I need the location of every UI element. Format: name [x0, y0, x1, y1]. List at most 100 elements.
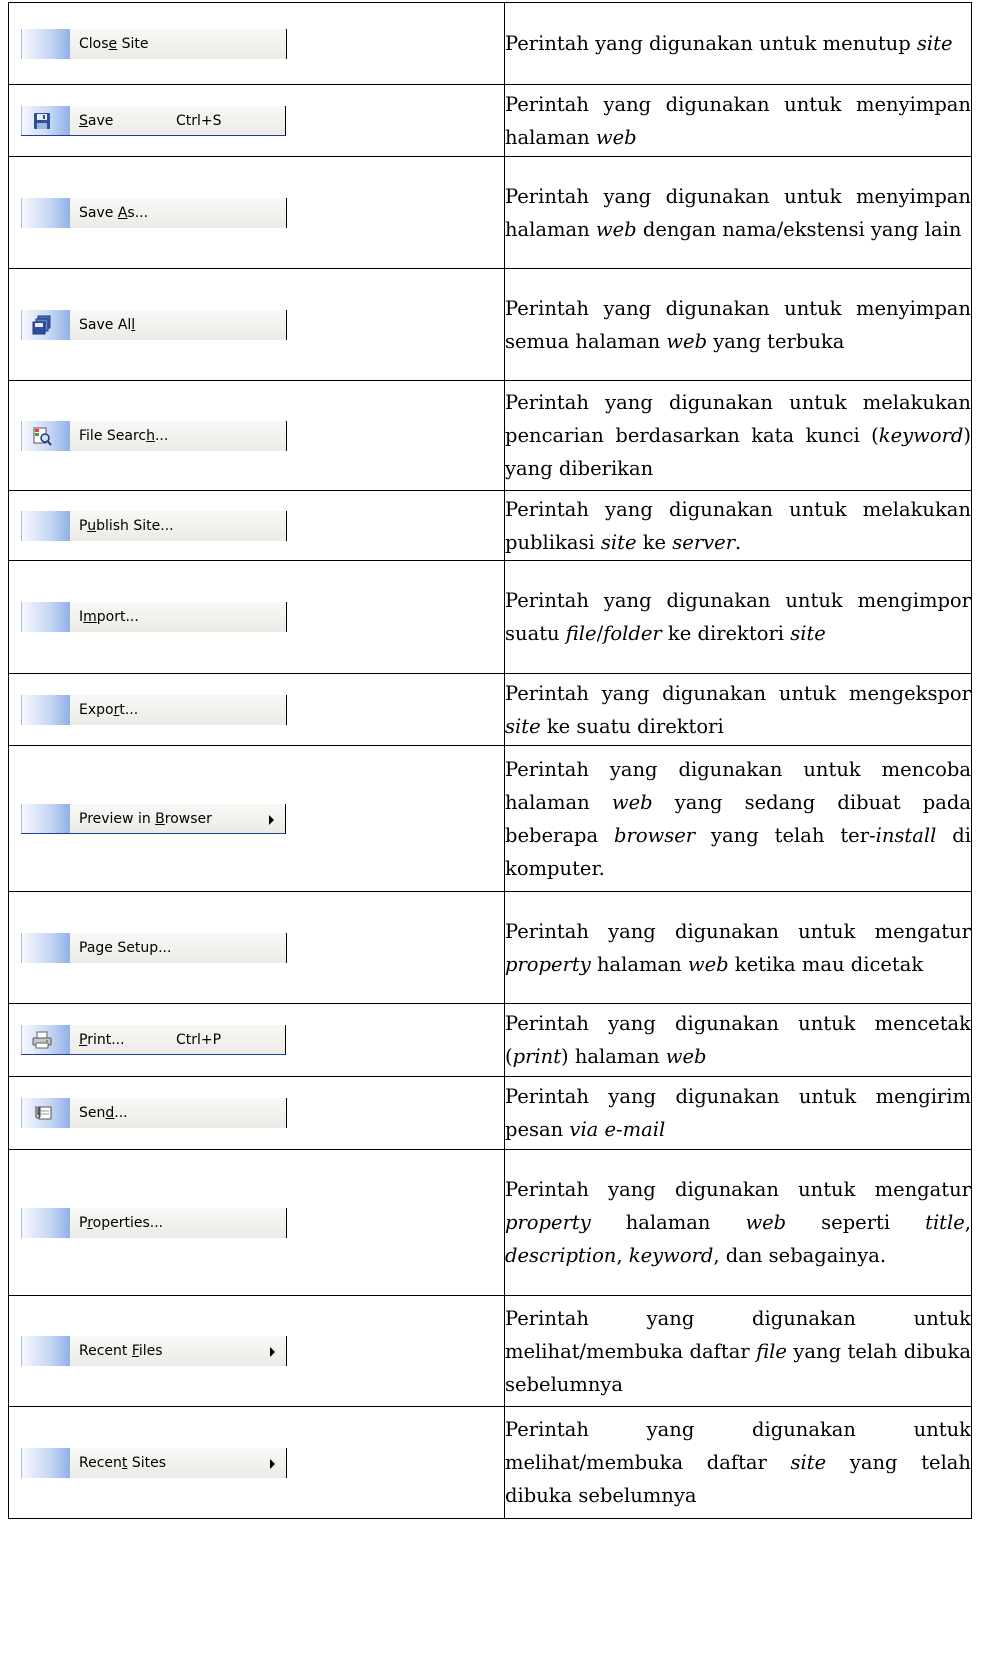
- italic-term: file: [565, 622, 597, 645]
- menu-cell: Save As...: [8, 156, 505, 269]
- italic-term: web: [595, 217, 637, 241]
- italic-term: print: [512, 1045, 562, 1068]
- menu-item-label: Export...: [79, 701, 138, 719]
- menu-item-label: Preview in Browser: [79, 810, 212, 828]
- label-text: Recen: [79, 1454, 122, 1471]
- access-key: e: [108, 35, 118, 52]
- italic-term: description: [505, 1244, 617, 1267]
- label-text: ...: [154, 427, 169, 444]
- floppy-disk-icon: [31, 111, 52, 131]
- menu-cell: Close Site: [8, 2, 505, 85]
- menu-cell: Print... Ctrl+P: [8, 1003, 505, 1077]
- description-text: Perintah yang digunakan untuk menutup: [505, 32, 917, 55]
- description-text: halaman: [590, 952, 688, 976]
- description-text: ,: [616, 1244, 629, 1267]
- menu-cell: Recent Sites: [8, 1406, 505, 1519]
- menu-item-properties[interactable]: Properties...: [21, 1207, 287, 1238]
- menu-item-recent-sites[interactable]: Recent Sites: [21, 1447, 287, 1478]
- description-text: ,: [964, 1211, 971, 1234]
- italic-term: web: [687, 952, 729, 976]
- command-table-body: Close Site Perintah yang digunakan untuk …: [8, 2, 972, 1519]
- label-text: Preview in: [79, 810, 156, 827]
- menu-item-page-setup[interactable]: Page Setup...: [21, 932, 287, 963]
- menu-item-save[interactable]: Save Ctrl+S: [21, 105, 286, 136]
- menu-item-label: Close Site: [79, 35, 149, 53]
- menu-cell: Publish Site...: [8, 490, 505, 561]
- label-text: t...: [119, 701, 139, 718]
- menu-item-export[interactable]: Export...: [21, 694, 287, 725]
- description-cell: Perintah yang digunakan untuk melihat/me…: [504, 1295, 972, 1407]
- description-text: ketika mau dicetak: [728, 952, 924, 976]
- label-text: P: [79, 517, 88, 534]
- description-cell: Perintah yang digunakan untuk mengekspor…: [504, 673, 972, 746]
- access-key: A: [117, 204, 128, 221]
- description-text: yang terbuka: [707, 329, 845, 353]
- menu-item-print[interactable]: Print... Ctrl+P: [21, 1025, 286, 1055]
- menu-item-label: Import...: [79, 608, 139, 626]
- access-key: F: [131, 1343, 139, 1359]
- menu-item-file-search[interactable]: File Search...: [21, 420, 287, 451]
- menu-icon-gutter: [21, 510, 70, 541]
- description-text: Perintah yang digunakan untuk mengatur: [505, 919, 971, 943]
- italic-term: web: [745, 1211, 787, 1234]
- menu-item-save-as[interactable]: Save As...: [21, 197, 287, 228]
- italic-term: property: [505, 952, 591, 976]
- italic-term: site: [505, 714, 541, 738]
- label-text: Pa: [79, 939, 96, 956]
- description-cell: Perintah yang digunakan untuk mengimpor …: [504, 560, 972, 674]
- menu-item-publish-site[interactable]: Publish Site...: [21, 510, 287, 541]
- label-text: iles: [138, 1343, 163, 1359]
- description-text: Perintah yang digunakan untuk mengekspor: [505, 681, 971, 705]
- label-text: File Searc: [79, 427, 147, 444]
- menu-item-close-site[interactable]: Close Site: [21, 28, 287, 59]
- menu-item-label: Publish Site...: [79, 517, 174, 535]
- description-cell: Perintah yang digunakan untuk mengirim p…: [504, 1076, 972, 1150]
- access-key: B: [155, 810, 165, 827]
- label-text: P: [79, 1214, 88, 1231]
- label-text: blish Site...: [96, 517, 174, 534]
- menu-item-label: Print...: [79, 1031, 125, 1049]
- menu-item-import[interactable]: Import...: [21, 602, 287, 632]
- menu-icon-gutter: [21, 1336, 70, 1366]
- label-text: Expo: [79, 701, 114, 718]
- menu-cell: Preview in Browser: [8, 745, 505, 892]
- menu-icon-gutter: [21, 694, 70, 725]
- menu-item-save-all[interactable]: Save All: [21, 309, 287, 340]
- description-text: ke suatu direktori: [540, 714, 724, 738]
- menu-icon-gutter: [21, 602, 70, 632]
- submenu-arrow-icon: [270, 1347, 275, 1357]
- command-row: Page Setup... Perintah yang digunakan unt…: [8, 891, 972, 1004]
- description-cell: Perintah yang digunakan untuk melihat/me…: [504, 1406, 972, 1519]
- description-text: Perintah yang digunakan untuk mengatur: [505, 1178, 971, 1201]
- command-row: Import... Perintah yang digunakan untuk m…: [8, 560, 972, 674]
- label-text: Site: [117, 35, 149, 52]
- menu-item-label: Page Setup...: [79, 939, 171, 957]
- access-key: d: [105, 1105, 115, 1121]
- file-search-icon: [31, 426, 52, 446]
- description-text: seperti: [786, 1211, 926, 1234]
- italic-term: via e-mail: [569, 1118, 666, 1141]
- command-row: Publish Site... Perintah yang digunakan u…: [8, 490, 972, 561]
- command-row: Save All Perintah yang digunakan untuk me…: [8, 268, 972, 381]
- description-text: ke direktori: [661, 622, 791, 645]
- menu-icon-gutter: [21, 803, 70, 833]
- italic-term: keyword: [628, 1244, 714, 1267]
- menu-item-preview-in-browser[interactable]: Preview in Browser: [21, 803, 286, 834]
- description-cell: Perintah yang digunakan untuk menyimpan …: [504, 84, 972, 157]
- save-all-icon: [31, 315, 52, 335]
- access-key: S: [79, 112, 88, 129]
- description-text: Perintah yang digunakan untuk menyimpan …: [505, 92, 971, 149]
- label-text: Recent: [79, 1343, 132, 1359]
- menu-item-send[interactable]: Send...: [21, 1098, 287, 1128]
- menu-item-recent-files[interactable]: Recent Files: [21, 1336, 287, 1366]
- access-key: P: [79, 1032, 88, 1048]
- printer-icon: [31, 1030, 52, 1050]
- label-text: Save Al: [79, 316, 132, 333]
- menu-item-label: Properties...: [79, 1214, 163, 1232]
- shortcut-text: Ctrl+P: [176, 1032, 222, 1048]
- label-text: Save: [79, 204, 118, 221]
- description-text: halaman: [590, 1211, 746, 1234]
- menu-cell: Export...: [8, 673, 505, 746]
- menu-icon-gutter: [21, 197, 70, 228]
- command-row: Send... Perintah yang digunakan untuk men…: [8, 1076, 972, 1150]
